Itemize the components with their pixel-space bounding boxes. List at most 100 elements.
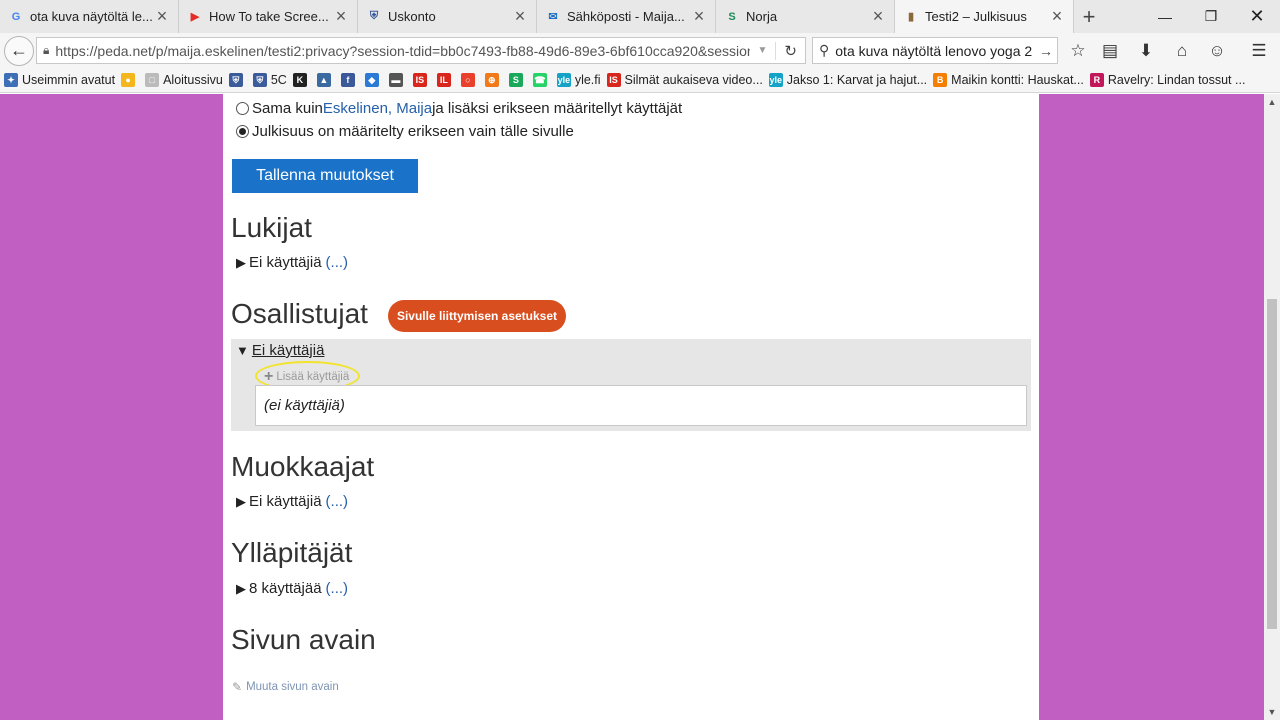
expand-triangle-icon: ▶: [236, 493, 246, 509]
bookmark-item[interactable]: yle yle.fi: [556, 73, 601, 87]
tab-title: ota kuva näytöltä le...: [30, 9, 153, 24]
youtube-icon: ▶: [190, 11, 200, 23]
bookmark-favicon-icon: □: [145, 73, 160, 87]
admins-summary: 8 käyttäjää: [249, 580, 322, 597]
menu-icon[interactable]: ☰: [1245, 37, 1273, 64]
tab-title: How To take Scree...: [209, 9, 329, 24]
chat-icon[interactable]: ☺: [1203, 37, 1231, 64]
admins-expander[interactable]: ▶ 8 käyttäjää (...): [236, 580, 348, 597]
editors-summary: Ei käyttäjiä: [249, 493, 322, 510]
readers-expander[interactable]: ▶ Ei käyttäjiä (...): [236, 254, 348, 271]
scrollbar-thumb[interactable]: [1267, 299, 1277, 629]
home-icon[interactable]: ⌂: [1168, 37, 1196, 64]
radio-same-as-parent[interactable]: Sama kuin Eskelinen, Maija ja lisäksi er…: [236, 100, 682, 117]
download-icon[interactable]: ⬇: [1132, 37, 1160, 64]
bookmark-item[interactable]: IS Silmät aukaiseva video...: [606, 73, 763, 87]
editors-expander[interactable]: ▶ Ei käyttäjiä (...): [236, 493, 348, 510]
expand-triangle-icon: ▶: [236, 254, 246, 270]
tab-1[interactable]: ▶ How To take Scree... ×: [179, 0, 358, 33]
bookmark-favicon-icon: B: [933, 73, 948, 87]
bookmark-label: yle.fi: [574, 73, 601, 87]
bookmark-item[interactable]: ▲: [316, 73, 335, 87]
bookmark-item[interactable]: ⛨ 5C: [252, 73, 287, 87]
new-tab-button[interactable]: +: [1074, 0, 1104, 33]
bookmark-label: Silmät aukaiseva video...: [624, 73, 763, 87]
bookmark-item[interactable]: ✦ Useimmin avatut: [4, 73, 115, 87]
tab-5[interactable]: ▮ Testi2 – Julkisuus ×: [895, 0, 1074, 33]
vertical-scrollbar[interactable]: ▲ ▼: [1264, 94, 1280, 720]
url-text: https://peda.net/p/maija.eskelinen/testi…: [55, 42, 750, 59]
collapse-triangle-icon: ▼: [236, 343, 249, 358]
bookmark-item[interactable]: R Ravelry: Lindan tossut ...: [1089, 73, 1245, 87]
bookmark-item[interactable]: ○: [460, 73, 479, 87]
bookmark-item[interactable]: ◆: [364, 73, 383, 87]
reload-icon[interactable]: ↻: [775, 41, 805, 60]
bookmark-favicon-icon: ◆: [364, 73, 379, 87]
tab-2[interactable]: ⛨ Uskonto ×: [358, 0, 537, 33]
page-viewport: Sama kuin Eskelinen, Maija ja lisäksi er…: [0, 94, 1264, 720]
section-heading-participants: Osallistujat: [231, 298, 368, 329]
back-button[interactable]: ←: [4, 35, 34, 66]
scroll-down-arrow-icon[interactable]: ▼: [1264, 704, 1280, 720]
bookmark-label: Aloitussivu: [163, 73, 223, 87]
search-go-icon[interactable]: →: [1039, 43, 1053, 59]
bookmark-item[interactable]: S: [508, 73, 527, 87]
bookmark-favicon-icon: K: [292, 73, 307, 87]
search-icon: ⚲: [819, 42, 830, 58]
bookmark-item[interactable]: ●: [121, 73, 139, 87]
join-settings-button[interactable]: Sivulle liittymisen asetukset: [388, 300, 566, 332]
tab-0[interactable]: Gota kuva näytöltä le... ×: [0, 0, 179, 33]
expand-triangle-icon: ▶: [236, 580, 246, 596]
bookmark-item[interactable]: IS: [412, 73, 431, 87]
radio-button[interactable]: [236, 125, 249, 138]
dropdown-icon[interactable]: ▼: [758, 45, 768, 56]
close-tab-icon[interactable]: ×: [333, 6, 349, 27]
tab-4[interactable]: S Norja ×: [716, 0, 895, 33]
add-users-button[interactable]: + Lisää käyttäjiä: [264, 368, 349, 386]
address-bar[interactable]: 🔒︎ https://peda.net/p/maija.eskelinen/te…: [36, 37, 806, 64]
close-tab-icon[interactable]: ×: [1049, 6, 1065, 27]
minimize-button[interactable]: —: [1142, 0, 1188, 33]
close-tab-icon[interactable]: ×: [154, 6, 170, 27]
close-tab-icon[interactable]: ×: [870, 6, 886, 27]
close-window-button[interactable]: ✕: [1234, 0, 1280, 33]
tab-3[interactable]: ✉ Sähköposti - Maija... ×: [537, 0, 716, 33]
tab-title: Sähköposti - Maija...: [567, 9, 685, 24]
readers-more-link[interactable]: (...): [326, 254, 349, 271]
reading-list-icon[interactable]: ▤: [1096, 37, 1124, 64]
change-page-key-label: Muuta sivun avain: [246, 681, 339, 693]
section-heading-page-key: Sivun avain: [231, 624, 376, 655]
add-users-label: Lisää käyttäjiä: [276, 371, 350, 383]
tab-title: Testi2 – Julkisuus: [925, 9, 1027, 24]
radio-button[interactable]: [236, 102, 249, 115]
bookmark-item[interactable]: ☎: [532, 73, 551, 87]
change-page-key-link[interactable]: ✎ Muuta sivun avain: [232, 680, 339, 694]
bookmark-item[interactable]: ▬: [388, 73, 407, 87]
restore-button[interactable]: ❐: [1188, 0, 1234, 33]
close-tab-icon[interactable]: ×: [691, 6, 707, 27]
search-bar[interactable]: ⚲ ota kuva näytöltä lenovo yoga 2 →: [812, 37, 1058, 64]
parent-page-link[interactable]: Eskelinen, Maija: [323, 100, 432, 117]
bookmark-item[interactable]: □ Aloitussivu: [145, 73, 223, 87]
bookmark-item[interactable]: K: [292, 73, 311, 87]
bookmark-item[interactable]: IL: [436, 73, 455, 87]
participants-expander[interactable]: ▼ Ei käyttäjiä: [236, 342, 324, 359]
radio-page-specific[interactable]: Julkisuus on määritelty erikseen vain tä…: [236, 123, 574, 140]
bookmark-item[interactable]: f: [340, 73, 359, 87]
save-button[interactable]: Tallenna muutokset: [232, 159, 418, 193]
admins-more-link[interactable]: (...): [326, 580, 349, 597]
search-input[interactable]: ota kuva näytöltä lenovo yoga 2: [835, 43, 1039, 59]
close-tab-icon[interactable]: ×: [512, 6, 528, 27]
bookmark-favicon-icon: IL: [436, 73, 451, 87]
bookmark-label: Jakso 1: Karvat ja hajut...: [786, 73, 928, 87]
shield-icon: ⛨: [369, 10, 379, 22]
bookmark-item[interactable]: yle Jakso 1: Karvat ja hajut...: [768, 73, 928, 87]
section-heading-editors: Muokkaajat: [231, 451, 375, 482]
editors-more-link[interactable]: (...): [326, 493, 349, 510]
bookmark-star-icon[interactable]: ☆: [1064, 37, 1092, 64]
bookmark-favicon-icon: ▬: [388, 73, 403, 87]
bookmark-item[interactable]: ⊕: [484, 73, 503, 87]
scroll-up-arrow-icon[interactable]: ▲: [1264, 94, 1280, 110]
bookmark-item[interactable]: B Maikin kontti: Hauskat...: [933, 73, 1084, 87]
bookmark-item[interactable]: ⛨: [228, 73, 247, 87]
